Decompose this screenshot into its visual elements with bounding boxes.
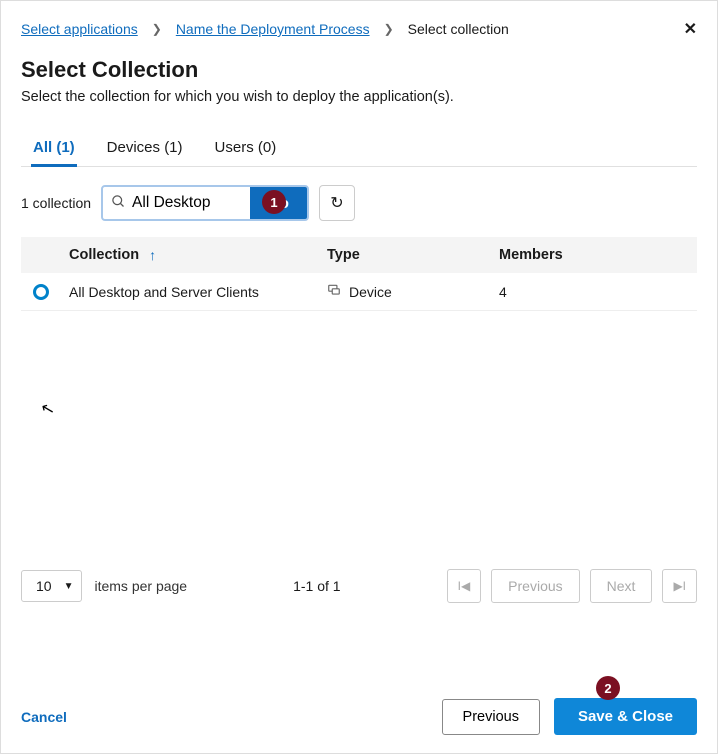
search-input[interactable] [132,187,242,219]
caret-down-icon: ▼ [64,581,74,592]
chevron-right-icon: ❯ [152,22,162,36]
chevron-right-icon: ❯ [384,22,394,36]
page-size-value: 10 [36,578,52,594]
breadcrumb: Select applications ❯ Name the Deploymen… [21,21,509,37]
breadcrumb-select-applications[interactable]: Select applications [21,21,138,37]
refresh-icon: ↻ [330,193,343,213]
sort-ascending-icon: ↑ [149,247,156,263]
last-page-button[interactable]: ▶I [662,569,697,603]
pagination-bar: 10 ▼ items per page 1-1 of 1 I◀ Previous… [21,569,697,603]
row-name-cell: All Desktop and Server Clients [69,284,327,300]
result-count: 1 collection [21,195,91,211]
page-title: Select Collection [21,57,697,83]
tab-bar: All (1) Devices (1) Users (0) [21,131,697,167]
page-size-select[interactable]: 10 ▼ [21,570,82,602]
column-header-label: Collection [69,247,139,263]
search-icon [111,194,126,212]
column-header-collection[interactable]: Collection ↑ [69,247,327,263]
column-header-members[interactable]: Members [499,247,671,263]
row-members-cell: 4 [499,284,671,300]
device-icon [327,283,341,300]
save-and-close-button[interactable]: Save & Close [554,698,697,735]
per-page-label: items per page [94,578,187,594]
breadcrumb-current: Select collection [408,21,509,37]
previous-page-button[interactable]: Previous [491,569,579,603]
cancel-button[interactable]: Cancel [21,709,67,725]
close-icon: ✕ [684,21,697,38]
last-page-icon: ▶I [673,579,686,593]
go-button[interactable]: Go [250,187,307,219]
tab-devices[interactable]: Devices (1) [105,131,185,166]
table-row[interactable]: All Desktop and Server Clients Device 4 [21,273,697,311]
next-page-button[interactable]: Next [590,569,653,603]
column-header-type[interactable]: Type [327,247,499,263]
refresh-button[interactable]: ↻ [319,185,355,221]
tab-all[interactable]: All (1) [31,131,77,167]
first-page-button[interactable]: I◀ [447,569,482,603]
page-description: Select the collection for which you wish… [21,89,697,105]
first-page-icon: I◀ [458,579,471,593]
table-header: Collection ↑ Type Members [21,237,697,273]
table-body[interactable]: All Desktop and Server Clients Device 4 [21,273,697,553]
close-button[interactable]: ✕ [684,19,697,39]
radio-select[interactable] [33,284,49,300]
annotation-callout: 2 [596,676,620,700]
breadcrumb-name-deployment[interactable]: Name the Deployment Process [176,21,370,37]
tab-users[interactable]: Users (0) [213,131,279,166]
row-type-label: Device [349,284,392,300]
wizard-previous-button[interactable]: Previous [442,699,540,735]
row-type-cell: Device [327,283,499,300]
search-group: Go [101,185,309,221]
page-range: 1-1 of 1 [293,578,340,594]
